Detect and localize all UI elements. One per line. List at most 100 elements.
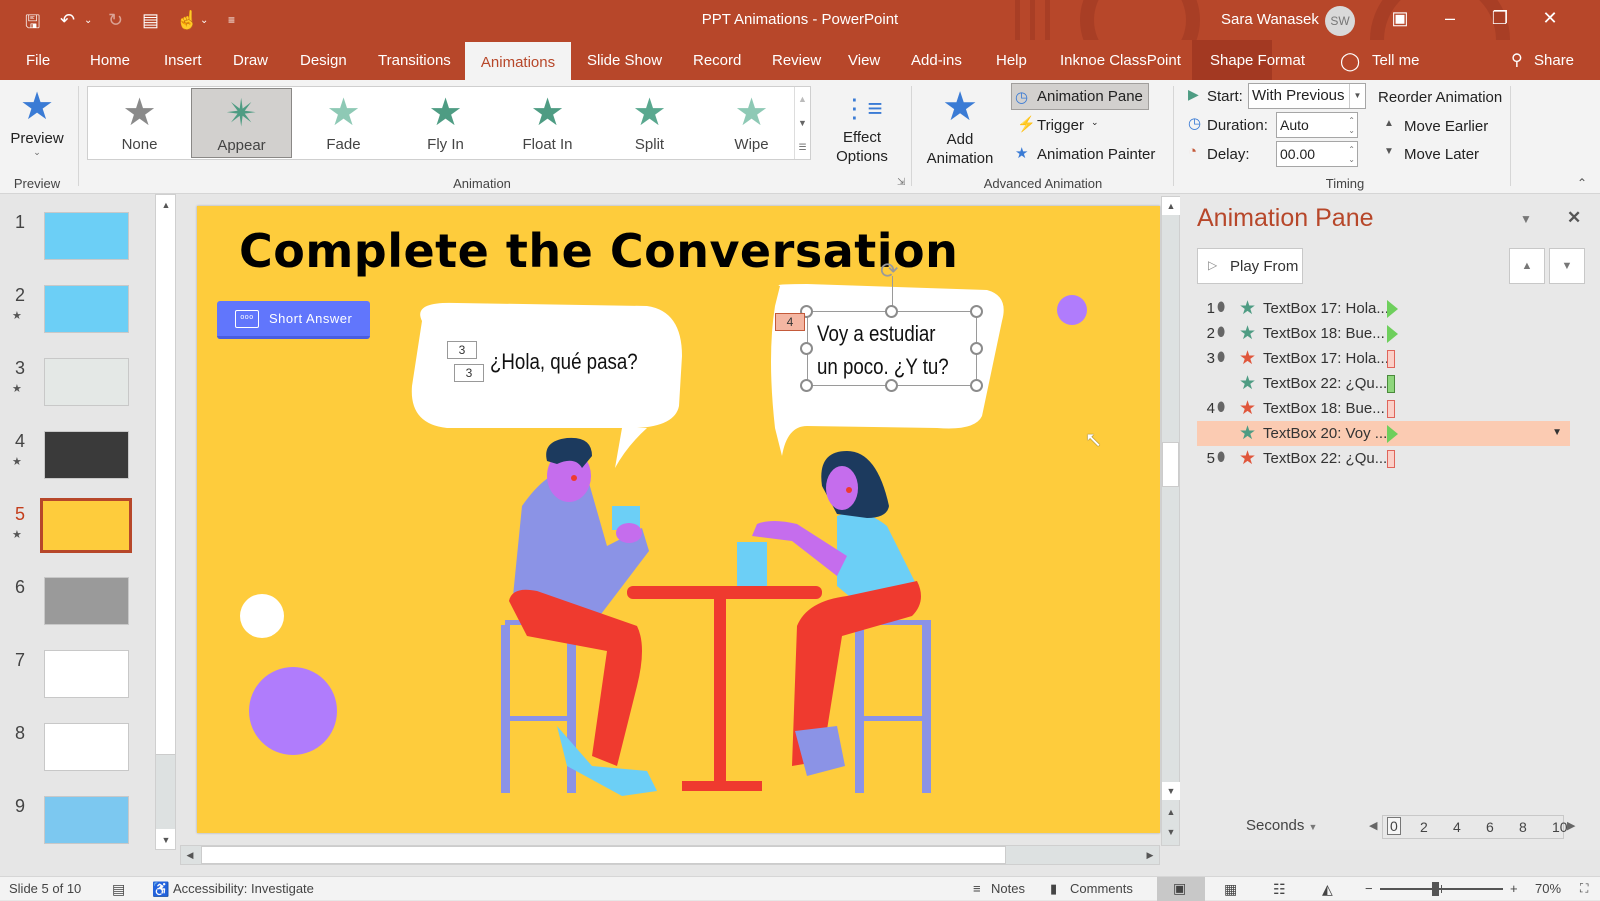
notes-button[interactable]: Notes — [991, 881, 1025, 896]
user-name[interactable]: Sara Wanasek — [1221, 11, 1319, 28]
tab-insert[interactable]: Insert — [164, 40, 202, 80]
scroll-right-icon[interactable]: ▶ — [1141, 846, 1159, 864]
spin-up-icon[interactable]: ⌃ — [1348, 116, 1355, 125]
accessibility-status[interactable]: Accessibility: Investigate — [173, 881, 314, 896]
move-later-button[interactable]: ▼ Move Later — [1384, 143, 1504, 165]
gallery-item-split[interactable]: ★ Split — [599, 88, 700, 158]
slide-thumbnail-3[interactable] — [44, 358, 129, 406]
tab-review[interactable]: Review — [772, 40, 821, 80]
slide-thumbnail-7[interactable] — [44, 650, 129, 698]
resize-handle[interactable] — [885, 379, 898, 392]
reading-view-icon[interactable]: ☷ — [1273, 881, 1286, 898]
slideshow-icon[interactable]: ◭ — [1322, 881, 1333, 898]
gallery-item-fade[interactable]: ★ Fade — [293, 88, 394, 158]
gallery-item-float-in[interactable]: ★ Float In — [497, 88, 598, 158]
scroll-thumb[interactable] — [1162, 442, 1179, 487]
zoom-in-icon[interactable]: + — [1510, 881, 1518, 896]
scroll-down-icon[interactable]: ▼ — [1162, 782, 1180, 800]
gallery-item-appear[interactable]: ✴ Appear — [191, 88, 292, 158]
duration-input[interactable]: Auto ⌃ ⌄ — [1276, 112, 1358, 138]
resize-handle[interactable] — [970, 305, 983, 318]
scroll-thumb[interactable] — [201, 846, 1006, 864]
tab-help[interactable]: Help — [996, 40, 1027, 80]
minimize-icon[interactable]: – — [1438, 8, 1462, 29]
tab-add-ins[interactable]: Add-ins — [911, 40, 962, 80]
spin-down-icon[interactable]: ⌄ — [1348, 155, 1355, 164]
animation-tag[interactable]: 3 — [454, 364, 484, 382]
tab-view[interactable]: View — [848, 40, 880, 80]
resize-handle[interactable] — [800, 379, 813, 392]
add-animation-button[interactable]: ★ Add Animation — [918, 84, 1002, 170]
gallery-item-wipe[interactable]: ★ Wipe — [701, 88, 802, 158]
slide-thumbnail-6[interactable] — [44, 577, 129, 625]
slide-thumbnail-9[interactable] — [44, 796, 129, 844]
close-icon[interactable]: ✕ — [1538, 8, 1562, 29]
pane-options-icon[interactable]: ▼ — [1520, 212, 1532, 226]
move-up-button[interactable]: ▲ — [1509, 248, 1545, 284]
animation-pane-button[interactable]: ◷ Animation Pane — [1011, 83, 1149, 110]
avatar[interactable]: SW — [1325, 6, 1355, 36]
animation-item[interactable]: ★ TextBox 22: ¿Qu... — [1197, 371, 1570, 396]
comments-button[interactable]: Comments — [1070, 881, 1133, 896]
accessibility-icon[interactable]: ♿ — [152, 881, 169, 898]
animation-tag[interactable]: 3 — [447, 341, 477, 359]
slide-vertical-scrollbar[interactable]: ▲ ▼ ▲ ▼ — [1161, 196, 1180, 846]
seconds-dropdown[interactable]: Seconds ▼ — [1246, 817, 1317, 834]
animation-item[interactable]: 1 ⬮ ★ TextBox 17: Hola... — [1197, 296, 1570, 321]
scroll-thumb[interactable] — [156, 215, 175, 755]
resize-handle[interactable] — [885, 305, 898, 318]
tab-home[interactable]: Home — [90, 40, 130, 80]
slide-thumbnail-1[interactable] — [44, 212, 129, 260]
fit-to-window-icon[interactable]: ⛶ — [1580, 881, 1588, 896]
ribbon-display-icon[interactable]: ▣ — [1388, 8, 1412, 29]
previous-slide-icon[interactable]: ▲ — [1162, 803, 1180, 821]
slide-sorter-icon[interactable]: ▦ — [1224, 881, 1237, 898]
slide-thumbnail-8[interactable] — [44, 723, 129, 771]
gallery-scroll-up[interactable]: ▲ — [794, 87, 810, 111]
move-earlier-button[interactable]: ▲ Move Earlier — [1384, 115, 1504, 137]
tell-me-search[interactable]: Tell me — [1372, 40, 1420, 80]
gallery-scroll-down[interactable]: ▼ — [794, 111, 810, 135]
tab-shape-format[interactable]: Shape Format — [1192, 40, 1305, 80]
tab-file[interactable]: File — [26, 40, 50, 80]
preview-button[interactable]: ★ Preview ⌄ — [8, 84, 66, 174]
next-slide-icon[interactable]: ▼ — [1162, 823, 1180, 841]
move-down-button[interactable]: ▼ — [1549, 248, 1585, 284]
scroll-down-icon[interactable]: ▼ — [157, 831, 175, 849]
textbox-17[interactable]: ¿Hola, qué pasa? — [490, 349, 638, 375]
resize-handle[interactable] — [970, 342, 983, 355]
play-from-button[interactable]: ▷ Play From — [1197, 248, 1303, 284]
zoom-slider[interactable] — [1380, 882, 1503, 896]
scroll-left-icon[interactable]: ◀ — [181, 846, 199, 864]
animation-item[interactable]: ★ TextBox 20: Voy ... ▼ — [1197, 421, 1570, 446]
start-select[interactable]: With Previous ▼ — [1248, 83, 1366, 109]
tab-slide-show[interactable]: Slide Show — [587, 40, 662, 80]
rotate-handle-icon[interactable]: ⟳ — [880, 258, 898, 284]
gallery-item-none[interactable]: ★ None — [89, 88, 190, 158]
slide-thumbnail-5[interactable] — [40, 498, 132, 553]
slide-horizontal-scrollbar[interactable]: ◀ ▶ — [180, 845, 1160, 865]
tab-inknoe-classpoint[interactable]: Inknoe ClassPoint — [1060, 40, 1181, 80]
collapse-ribbon-icon[interactable]: ⌃ — [1577, 176, 1587, 190]
tab-transitions[interactable]: Transitions — [378, 40, 451, 80]
spell-check-icon[interactable]: ▤ — [112, 881, 125, 898]
slide-canvas[interactable]: Complete the Conversation ooo Short Answ… — [197, 206, 1160, 833]
restore-icon[interactable]: ❐ — [1488, 8, 1512, 29]
thumbnails-scrollbar[interactable]: ▲ ▼ — [155, 194, 176, 850]
resize-handle[interactable] — [800, 342, 813, 355]
animation-tag-selected[interactable]: 4 — [775, 313, 805, 331]
scroll-up-icon[interactable]: ▲ — [1162, 197, 1180, 215]
timeline-left-icon[interactable]: ◀ — [1369, 819, 1377, 832]
normal-view-button[interactable]: ▣ — [1157, 877, 1205, 901]
scroll-up-icon[interactable]: ▲ — [157, 196, 175, 214]
zoom-level[interactable]: 70% — [1535, 881, 1561, 896]
gallery-more[interactable]: ☰ — [794, 135, 810, 159]
animation-item[interactable]: 2 ⬮ ★ TextBox 18: Bue... — [1197, 321, 1570, 346]
gallery-item-fly-in[interactable]: ★ Fly In — [395, 88, 496, 158]
effect-options-button[interactable]: ⋮≡ Effect Options — [826, 88, 898, 170]
resize-handle[interactable] — [970, 379, 983, 392]
animation-item[interactable]: 3 ⬮ ★ TextBox 17: Hola... — [1197, 346, 1570, 371]
trigger-button[interactable]: ⚡ Trigger ⌄ — [1015, 113, 1115, 137]
animation-item[interactable]: 5 ⬮ ★ TextBox 22: ¿Qu... — [1197, 446, 1570, 471]
close-pane-icon[interactable]: ✕ — [1567, 208, 1581, 228]
